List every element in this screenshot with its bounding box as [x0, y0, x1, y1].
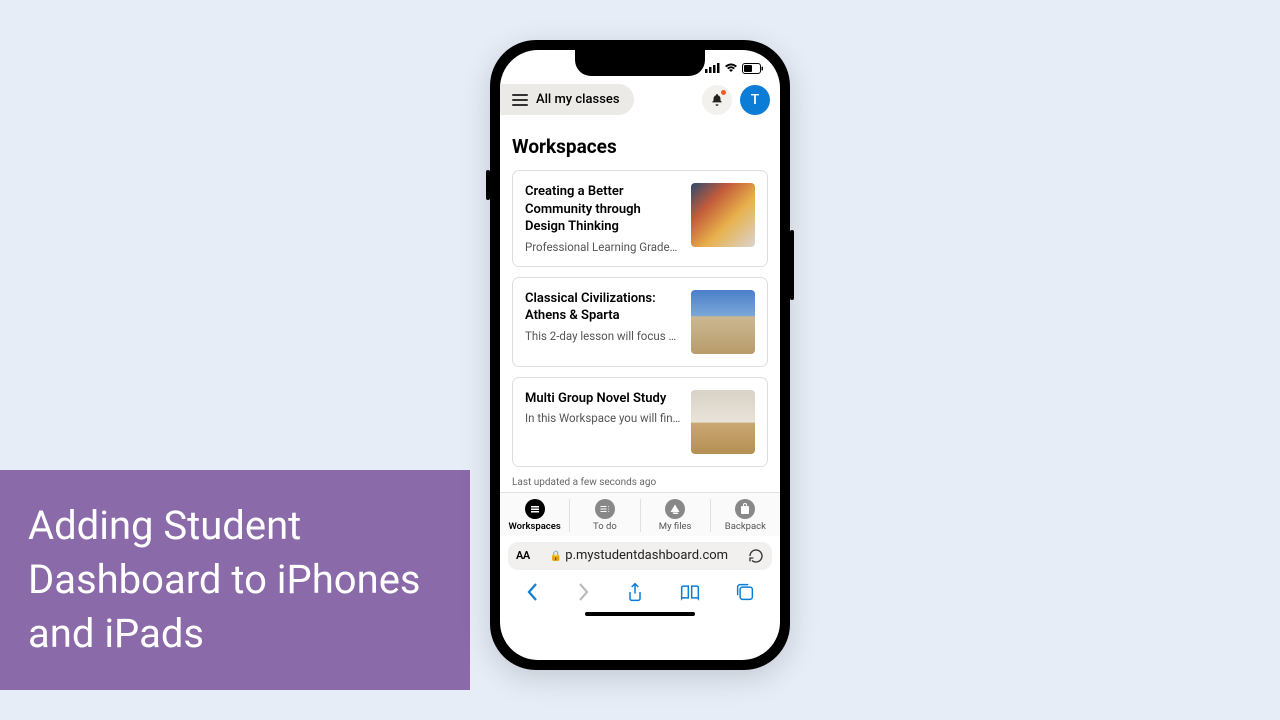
card-subtitle: This 2-day lesson will focus on…: [525, 329, 681, 343]
avatar-initial: T: [751, 92, 760, 108]
drive-icon: [665, 499, 685, 519]
signal-icon: [705, 63, 720, 73]
card-title: Multi Group Novel Study: [525, 390, 681, 408]
bell-icon: [710, 93, 724, 107]
bottom-tabs: Workspaces To do My files Backpack: [500, 492, 780, 536]
tutorial-caption: Adding Student Dashboard to iPhones and …: [0, 470, 470, 690]
avatar[interactable]: T: [740, 85, 770, 115]
card-thumbnail: [691, 390, 755, 454]
forward-button[interactable]: [576, 582, 590, 606]
hamburger-icon: [512, 94, 528, 106]
notifications-button[interactable]: [702, 85, 732, 115]
lock-icon: 🔒: [550, 551, 562, 562]
tabs-button[interactable]: [736, 583, 754, 605]
chevron-left-icon: [526, 582, 540, 602]
phone-screen: All my classes T Workspaces Creating a B…: [500, 50, 780, 660]
home-indicator[interactable]: [585, 612, 695, 616]
wifi-icon: [724, 63, 738, 73]
tab-label: Workspaces: [508, 521, 560, 532]
class-selector-label: All my classes: [536, 92, 620, 107]
tab-label: Backpack: [725, 521, 766, 532]
card-subtitle: In this Workspace you will find …: [525, 411, 681, 425]
text-size-button[interactable]: AA: [516, 549, 530, 562]
phone-notch: [575, 50, 705, 76]
tabs-icon: [736, 583, 754, 601]
chevron-right-icon: [576, 582, 590, 602]
reload-icon[interactable]: [748, 548, 764, 564]
card-title: Creating a Better Community through Desi…: [525, 183, 681, 236]
tab-backpack[interactable]: Backpack: [711, 499, 780, 532]
tab-label: My files: [659, 521, 692, 532]
last-updated: Last updated a few seconds ago: [512, 477, 768, 488]
app-header: All my classes T: [500, 80, 780, 121]
tab-myfiles[interactable]: My files: [641, 499, 711, 532]
tab-label: To do: [593, 521, 617, 532]
battery-icon: [742, 63, 764, 74]
notification-dot: [721, 90, 726, 95]
tab-workspaces[interactable]: Workspaces: [500, 499, 570, 532]
card-thumbnail: [691, 183, 755, 247]
card-subtitle: Professional Learning Grades/…: [525, 240, 681, 254]
todo-icon: [595, 499, 615, 519]
backpack-icon: [735, 499, 755, 519]
workspace-card[interactable]: Classical Civilizations: Athens & Sparta…: [512, 277, 768, 367]
main-content: Workspaces Creating a Better Community t…: [500, 121, 780, 488]
workspace-card[interactable]: Multi Group Novel Study In this Workspac…: [512, 377, 768, 467]
phone-frame: All my classes T Workspaces Creating a B…: [490, 40, 790, 670]
safari-toolbar: [500, 576, 780, 608]
back-button[interactable]: [526, 582, 540, 606]
url-text: 🔒 p.mystudentdashboard.com: [536, 548, 742, 563]
workspace-card[interactable]: Creating a Better Community through Desi…: [512, 170, 768, 267]
card-title: Classical Civilizations: Athens & Sparta: [525, 290, 681, 325]
caption-text: Adding Student Dashboard to iPhones and …: [28, 499, 442, 661]
class-selector[interactable]: All my classes: [500, 84, 634, 115]
bookmarks-button[interactable]: [680, 583, 700, 605]
book-icon: [680, 583, 700, 601]
share-icon: [626, 582, 644, 602]
tab-todo[interactable]: To do: [570, 499, 640, 532]
card-thumbnail: [691, 290, 755, 354]
page-title: Workspaces: [512, 135, 768, 158]
safari-address-bar[interactable]: AA 🔒 p.mystudentdashboard.com: [508, 542, 772, 570]
workspaces-icon: [525, 499, 545, 519]
share-button[interactable]: [626, 582, 644, 606]
